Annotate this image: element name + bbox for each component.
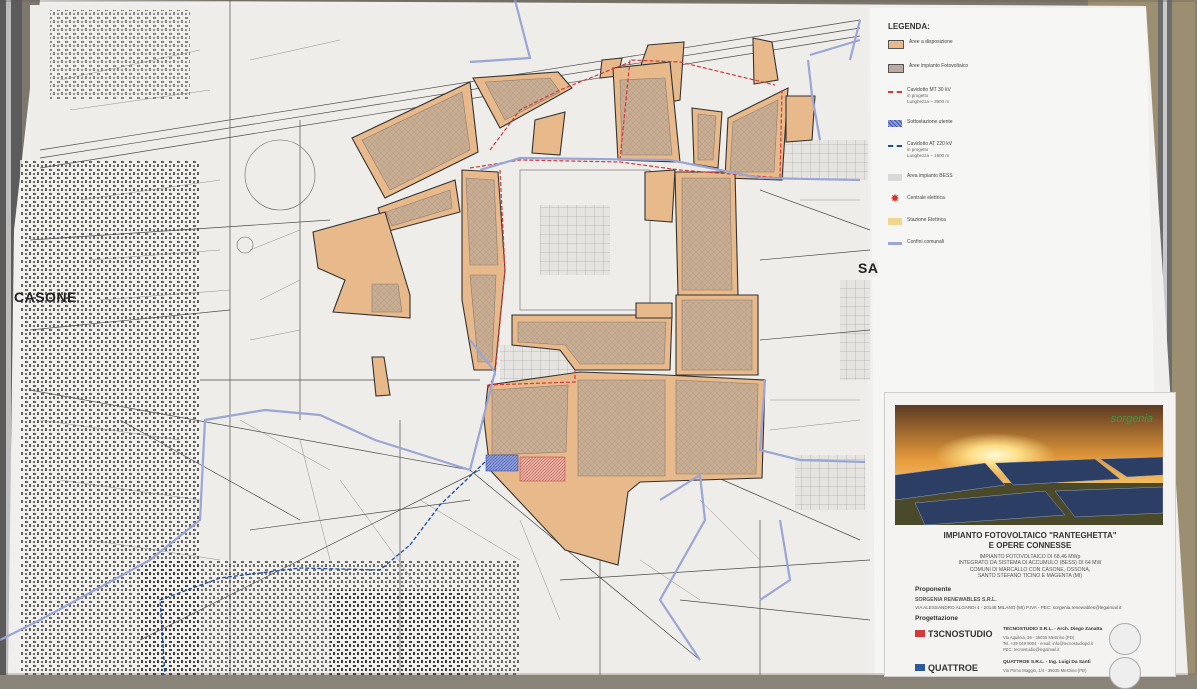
legend-swatch	[888, 91, 902, 93]
legend-label: Centrale elettrica	[907, 195, 945, 201]
legend-label: Aree a disposizione	[909, 39, 953, 45]
legend-label: Area impianto BESS	[907, 173, 953, 179]
proponent-name: SORGENIA RENEWABLES S.R.L.	[915, 597, 997, 603]
project-title-line2: E OPERE CONNESSE	[988, 541, 1072, 550]
legend-item-power-plant: ✸ Centrale elettrica	[888, 193, 998, 205]
legend-label: Cavidotto MT 30 kV in progetto Lunghezza…	[907, 87, 951, 105]
firm1-name: TECNOSTUDIO S.R.L. - Arch. Diego Zanatta	[1003, 627, 1103, 632]
legend-label: Sottostazione utente	[907, 119, 953, 125]
firm2-logo: QUATTROE	[915, 663, 978, 673]
place-label-casone: CASONE	[14, 289, 77, 305]
legend-item-mt-cable: Cavidotto MT 30 kV in progetto Lunghezza…	[888, 87, 998, 105]
legend-swatch	[888, 242, 902, 245]
firm1-line2: Tel. +39 049 9004 - email: info@tecnostu…	[1003, 641, 1093, 646]
project-title-line1: IMPIANTO FOTOVOLTAICO "RANTEGHETTA"	[943, 531, 1117, 540]
map-legend: LEGENDA: Aree a disposizione Aree impian…	[888, 22, 998, 259]
legend-item-boundaries: Confini comunali	[888, 239, 998, 245]
legend-label-sub2: Lunghezza ~ 3900 m	[907, 99, 950, 104]
place-label-sa: SA	[858, 260, 879, 276]
firm2-name: QUATTROE S.R.L. - Ing. Luigi Da Santi	[1003, 660, 1091, 665]
firm2-line1: Via Primo Maggio, 1/4 - 35035 Mestrino (…	[1003, 668, 1087, 673]
proponent-address: VIA ALESSANDRO ALGARDI 4 - 20148 MILANO …	[915, 605, 1122, 610]
title-block: sorgenia IMPIANTO FOTOVOLTAICO "RANTEGHE…	[884, 392, 1176, 689]
legend-item-bess: Area impianto BESS	[888, 173, 998, 181]
legend-item-electric-station: Stazione Elettrica	[888, 217, 998, 225]
firm1-stamp	[1109, 623, 1141, 655]
bess-area	[519, 456, 566, 482]
legend-swatch	[888, 40, 904, 49]
firm1-logo: T3CNOSTUDIO	[915, 629, 993, 639]
firm2-logo-text: QUATTROE	[928, 663, 978, 673]
project-desc-2: INTEGRATO DA SISTEMA DI ACCUMULO (BESS) …	[958, 560, 1102, 566]
legend-swatch	[888, 145, 902, 147]
legend-swatch	[888, 64, 904, 73]
firm2-stamp	[1109, 657, 1141, 689]
project-desc-4: SANTO STEFANO TICINO E MAGENTA (MI)	[977, 573, 1083, 579]
solar-panel-photo: sorgenia	[895, 405, 1163, 525]
legend-item-pv-areas: Aree impianto Fotovoltaico	[888, 63, 998, 73]
legend-title: LEGENDA:	[888, 22, 930, 31]
legend-item-available-areas: Aree a disposizione	[888, 39, 998, 49]
legend-swatch	[888, 120, 902, 127]
legend-item-at-cable: Cavidotto AT 220 kV in progetto Lunghezz…	[888, 141, 998, 159]
legend-label: Aree impianto Fotovoltaico	[909, 63, 969, 69]
legend-label-sub2: Lunghezza ~ 1800 m	[907, 153, 950, 158]
legend-swatch	[888, 174, 902, 181]
firm2-logo-icon	[915, 664, 925, 671]
brand-logo-text: sorgenia	[1110, 413, 1153, 425]
legend-label: Cavidotto AT 220 kV in progetto Lunghezz…	[907, 141, 952, 159]
firm1-logo-text: T3CNOSTUDIO	[928, 629, 993, 639]
firm1-line3: PEC: tecnostudio@legalmail.it	[1003, 647, 1060, 652]
legend-item-substation: Sottostazione utente	[888, 119, 998, 127]
legend-label: Confini comunali	[907, 239, 944, 245]
legend-swatch	[888, 218, 902, 225]
power-plant-star-icon: ✸	[890, 193, 900, 205]
proponent-label: Proponente	[915, 586, 952, 593]
firm1-line1: Via Aquileia, 36 - 35035 Mestrino (PD)	[1003, 635, 1075, 640]
firm1-logo-icon	[915, 630, 925, 637]
substation-area	[485, 454, 519, 472]
design-label: Progettazione	[915, 615, 958, 622]
legend-label: Stazione Elettrica	[907, 217, 946, 223]
